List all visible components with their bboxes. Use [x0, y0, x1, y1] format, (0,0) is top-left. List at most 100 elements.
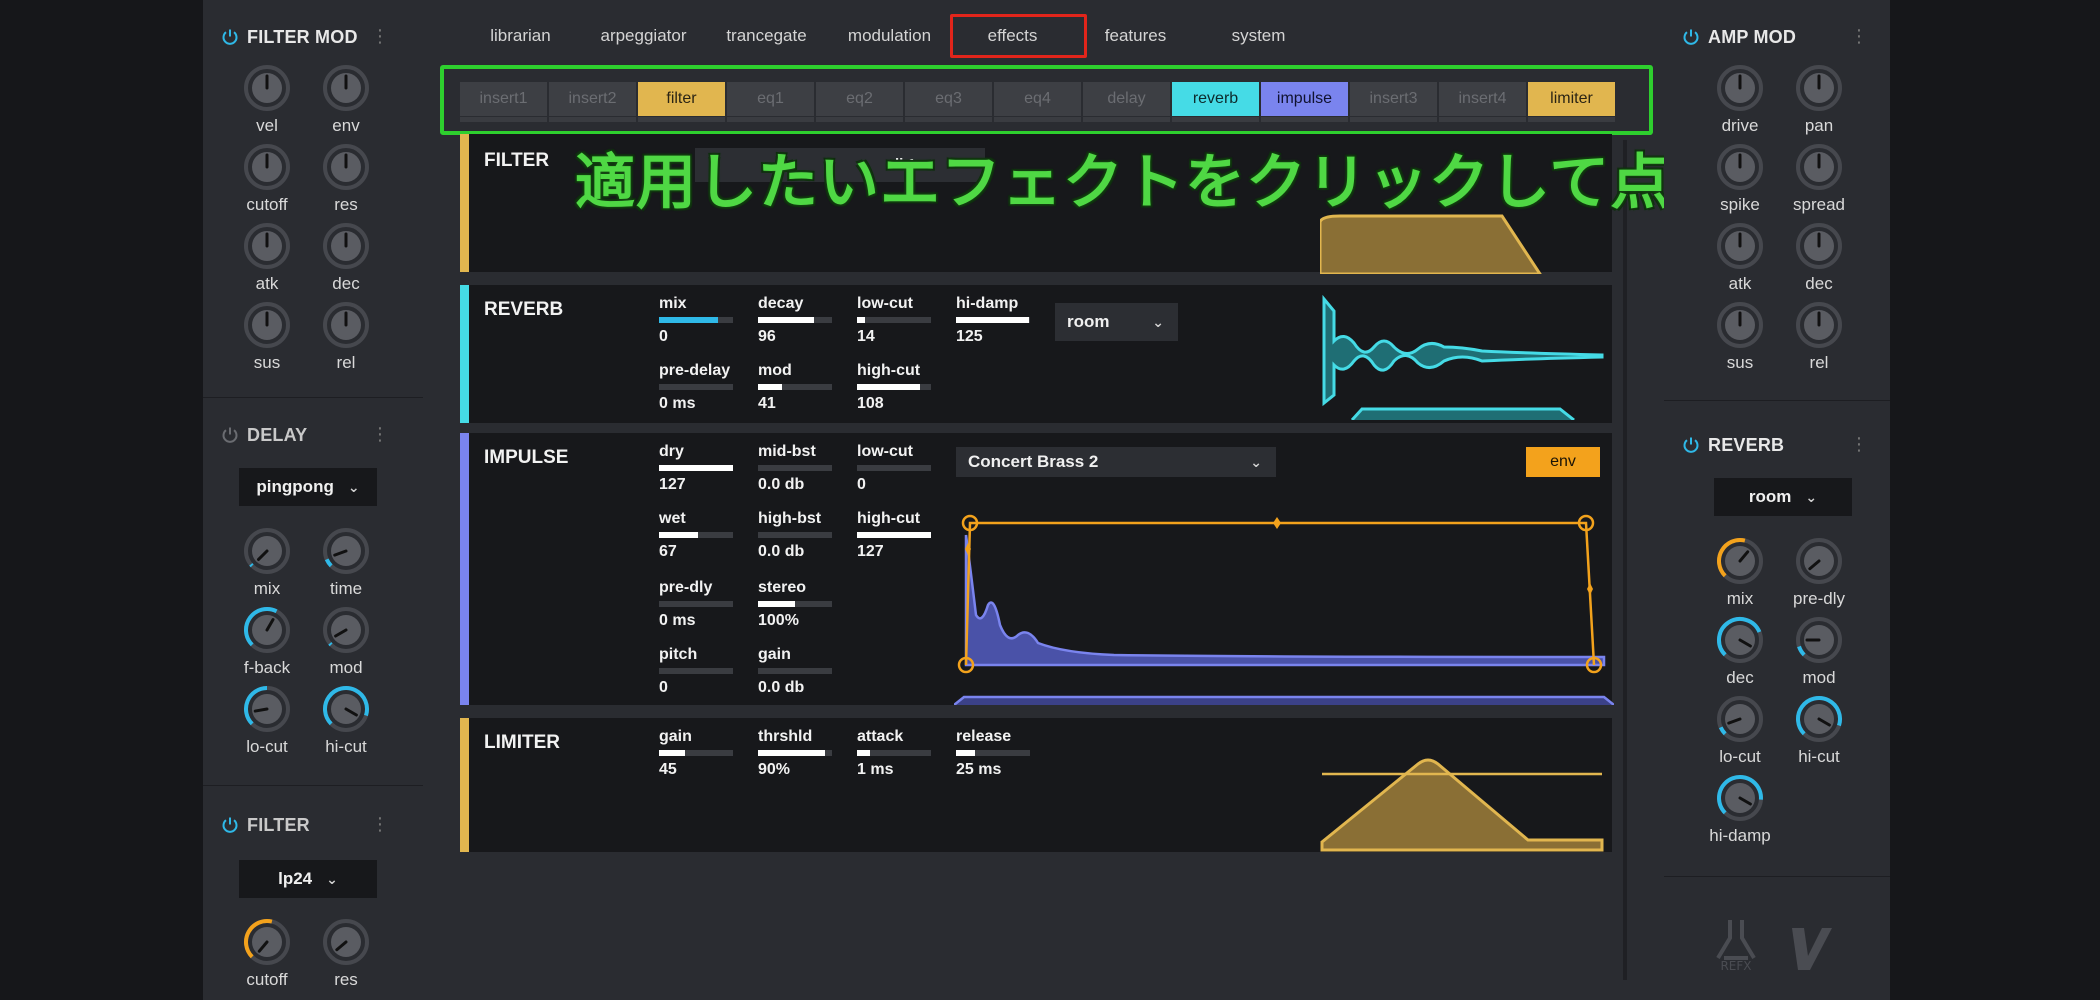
filter-mode-select[interactable]: lp24 ⌄: [239, 860, 377, 898]
power-icon[interactable]: [221, 28, 239, 46]
param-gain[interactable]: gain 45: [659, 728, 739, 779]
param-gain[interactable]: gain 0.0 db: [758, 646, 838, 697]
param-thrshld[interactable]: thrshld 90%: [758, 728, 838, 779]
param-slider[interactable]: [758, 317, 832, 323]
param-dry[interactable]: dry 127: [659, 443, 739, 494]
param-mid-bst[interactable]: mid-bst 0.0 db: [758, 443, 838, 494]
param-slider[interactable]: [857, 317, 931, 323]
knob-lo-cut[interactable]: [243, 685, 291, 733]
knob-atk[interactable]: [243, 222, 291, 270]
knob-mod[interactable]: [1795, 616, 1843, 664]
env-button[interactable]: env: [1526, 447, 1600, 477]
knob-res[interactable]: [322, 918, 370, 966]
knob-mix[interactable]: [243, 527, 291, 575]
param-slider[interactable]: [659, 384, 733, 390]
power-icon[interactable]: [1682, 436, 1700, 454]
param-low-cut[interactable]: low-cut 14: [857, 295, 937, 346]
param-decay[interactable]: decay 96: [758, 295, 838, 346]
param-slider[interactable]: [857, 532, 931, 538]
knob-rel[interactable]: [322, 301, 370, 349]
power-icon[interactable]: [221, 816, 239, 834]
knob-sus[interactable]: [243, 301, 291, 349]
more-menu-icon[interactable]: ⋮: [371, 425, 389, 443]
param-hi-damp[interactable]: hi-damp 125: [956, 295, 1036, 346]
reverb-mode-select[interactable]: room ⌄: [1714, 478, 1852, 516]
knob-hi-cut[interactable]: [322, 685, 370, 733]
power-icon[interactable]: [221, 426, 239, 444]
tab-features[interactable]: features: [1074, 14, 1197, 58]
knob-pan[interactable]: [1795, 64, 1843, 112]
more-menu-icon[interactable]: ⋮: [1850, 435, 1868, 453]
param-slider[interactable]: [758, 668, 832, 674]
knob-res[interactable]: [322, 143, 370, 191]
knob-vel[interactable]: [243, 64, 291, 112]
tab-librarian[interactable]: librarian: [459, 14, 582, 58]
knob-time[interactable]: [322, 527, 370, 575]
param-high-cut[interactable]: high-cut 108: [857, 362, 937, 413]
knob-lo-cut[interactable]: [1716, 695, 1764, 743]
tab-modulation[interactable]: modulation: [828, 14, 951, 58]
param-high-cut[interactable]: high-cut 127: [857, 510, 937, 561]
param-slider[interactable]: [659, 601, 733, 607]
param-slider[interactable]: [956, 750, 1030, 756]
param-wet[interactable]: wet 67: [659, 510, 739, 561]
knob-atk[interactable]: [1716, 222, 1764, 270]
param-release[interactable]: release 25 ms: [956, 728, 1036, 779]
param-slider[interactable]: [758, 384, 832, 390]
param-low-cut[interactable]: low-cut 0: [857, 443, 937, 494]
delay-mode-select[interactable]: pingpong ⌄: [239, 468, 377, 506]
param-slider[interactable]: [758, 601, 832, 607]
param-stereo[interactable]: stereo 100%: [758, 579, 838, 630]
impulse-envelope-graph[interactable]: [954, 475, 1614, 705]
scrollbar[interactable]: [1623, 140, 1627, 980]
param-high-bst[interactable]: high-bst 0.0 db: [758, 510, 838, 561]
knob-cutoff[interactable]: [243, 918, 291, 966]
impulse-preset-select[interactable]: Concert Brass 2 ⌄: [956, 447, 1276, 477]
param-pre-dly[interactable]: pre-dly 0 ms: [659, 579, 739, 630]
tab-system[interactable]: system: [1197, 14, 1320, 58]
tab-trancegate[interactable]: trancegate: [705, 14, 828, 58]
param-slider[interactable]: [956, 317, 1030, 323]
knob-f-back[interactable]: [243, 606, 291, 654]
param-mix[interactable]: mix 0: [659, 295, 739, 346]
knob-rel[interactable]: [1795, 301, 1843, 349]
more-menu-icon[interactable]: ⋮: [371, 27, 389, 45]
knob-label: atk: [255, 274, 279, 293]
more-menu-icon[interactable]: ⋮: [1850, 27, 1868, 45]
param-label: gain: [758, 646, 791, 663]
param-slider[interactable]: [857, 465, 931, 471]
knob-mod[interactable]: [322, 606, 370, 654]
param-slider[interactable]: [758, 532, 832, 538]
tab-arpeggiator[interactable]: arpeggiator: [582, 14, 705, 58]
knob-mix[interactable]: [1716, 537, 1764, 585]
nexus-logo: [1792, 928, 1832, 970]
param-mod[interactable]: mod 41: [758, 362, 838, 413]
knob-dec[interactable]: [1795, 222, 1843, 270]
param-attack[interactable]: attack 1 ms: [857, 728, 937, 779]
knob-dec[interactable]: [322, 222, 370, 270]
param-pitch[interactable]: pitch 0: [659, 646, 739, 697]
param-pre-delay[interactable]: pre-delay 0 ms: [659, 362, 739, 413]
param-slider[interactable]: [659, 668, 733, 674]
param-slider[interactable]: [758, 750, 832, 756]
knob-hi-damp[interactable]: [1716, 774, 1764, 822]
param-slider[interactable]: [857, 384, 931, 390]
reverb-type-select[interactable]: room ⌄: [1055, 303, 1178, 341]
param-slider[interactable]: [857, 750, 931, 756]
knob-spread[interactable]: [1795, 143, 1843, 191]
knob-sus[interactable]: [1716, 301, 1764, 349]
knob-dec[interactable]: [1716, 616, 1764, 664]
knob-cutoff[interactable]: [243, 143, 291, 191]
param-slider[interactable]: [659, 317, 733, 323]
knob-hi-cut[interactable]: [1795, 695, 1843, 743]
more-menu-icon[interactable]: ⋮: [371, 815, 389, 833]
param-slider[interactable]: [659, 465, 733, 471]
power-icon[interactable]: [1682, 28, 1700, 46]
param-slider[interactable]: [659, 750, 733, 756]
knob-spike[interactable]: [1716, 143, 1764, 191]
param-slider[interactable]: [659, 532, 733, 538]
knob-drive[interactable]: [1716, 64, 1764, 112]
knob-env[interactable]: [322, 64, 370, 112]
param-slider[interactable]: [758, 465, 832, 471]
knob-pre-dly[interactable]: [1795, 537, 1843, 585]
